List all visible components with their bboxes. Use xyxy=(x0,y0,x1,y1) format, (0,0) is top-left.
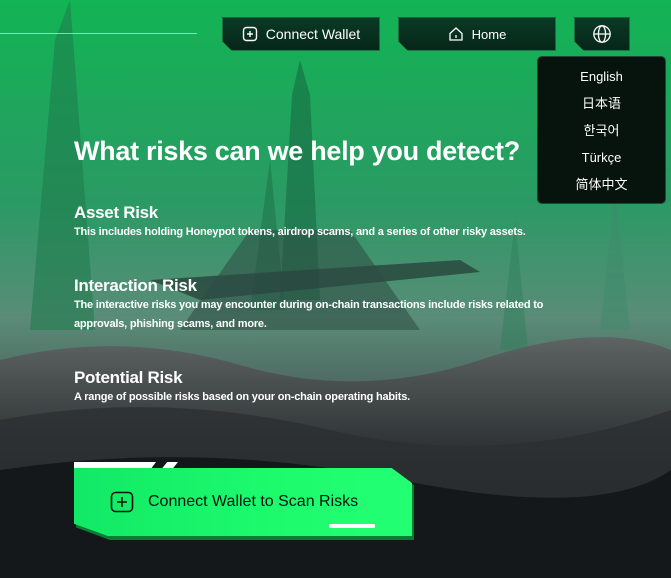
language-option-japanese[interactable]: 日本语 xyxy=(538,93,665,120)
asset-risk-title: Asset Risk xyxy=(74,203,158,222)
page-headline: What risks can we help you detect? xyxy=(74,136,520,166)
language-toggle-button[interactable] xyxy=(574,17,630,51)
interaction-risk-title: Interaction Risk xyxy=(74,276,197,295)
globe-icon xyxy=(592,24,612,44)
language-option-english[interactable]: English xyxy=(538,66,665,93)
potential-risk-title: Potential Risk xyxy=(74,368,183,387)
header-divider-line xyxy=(0,33,197,34)
plus-wallet-icon xyxy=(110,491,134,513)
asset-risk-description: This includes holding Honeypot tokens, a… xyxy=(74,226,526,238)
wallet-icon xyxy=(242,26,258,42)
language-option-turkish[interactable]: Türkçe xyxy=(538,147,665,174)
language-dropdown: English 日本语 한국어 Türkçe 简体中文 xyxy=(537,56,666,204)
home-icon xyxy=(448,26,464,42)
home-label: Home xyxy=(471,26,507,42)
interaction-risk-description: The interactive risks you may encounter … xyxy=(74,299,544,330)
language-option-simplified-chinese[interactable]: 简体中文 xyxy=(538,174,665,201)
cta-label: Connect Wallet to Scan Risks xyxy=(148,493,359,510)
language-option-korean[interactable]: 한국어 xyxy=(538,120,665,147)
connect-wallet-button[interactable]: Connect Wallet xyxy=(222,17,380,51)
cta-decor-line xyxy=(329,524,375,528)
connect-wallet-label: Connect Wallet xyxy=(265,26,361,42)
cta-container: Connect Wallet to Scan Risks xyxy=(74,462,414,540)
potential-risk-description: A range of possible risks based on your … xyxy=(74,391,411,403)
home-button[interactable]: Home xyxy=(398,17,556,51)
